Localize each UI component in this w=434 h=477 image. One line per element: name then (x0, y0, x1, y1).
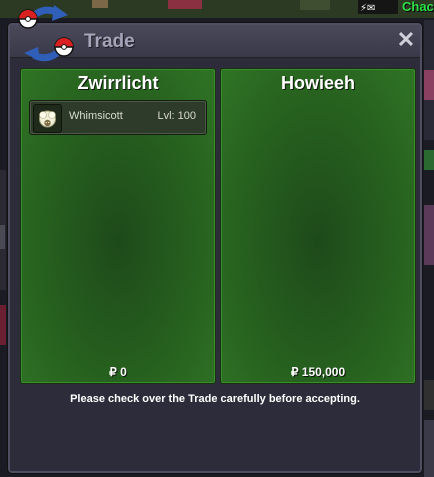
item-name: Whimsicott (69, 110, 123, 122)
right-trader-money: ₽ 150,000 (290, 365, 346, 379)
world-sprite (424, 420, 434, 477)
right-trader-name: Howieeh (280, 73, 355, 93)
world-sprite (300, 0, 330, 10)
window-title: Trade (84, 31, 135, 52)
world-sprite (424, 205, 434, 265)
chat-tab-label[interactable]: Chac (402, 0, 434, 14)
close-button[interactable]: ✕ (396, 29, 416, 51)
world-sprite (0, 225, 5, 249)
left-trader-money: ₽ 0 (109, 365, 127, 379)
world-sprite (424, 150, 434, 170)
world-sprite (424, 70, 434, 100)
trade-swap-icon (18, 5, 74, 62)
svg-text:⚡✉: ⚡✉ (360, 3, 375, 14)
item-level: Lvl: 100 (157, 110, 196, 122)
world-sprite (424, 380, 434, 410)
trade-window: Trade ✕ Zwirrlicht Whimsicott Lvl: 100 ₽… (8, 23, 422, 473)
world-sprite (0, 305, 6, 345)
trade-notice: Please check over the Trade carefully be… (70, 393, 360, 405)
whimsicott-icon (39, 110, 56, 128)
item-slot (33, 104, 62, 133)
trade-item-row[interactable]: Whimsicott Lvl: 100 (29, 100, 207, 135)
left-trade-panel: Zwirrlicht Whimsicott Lvl: 100 ₽ 0 (20, 68, 216, 384)
left-trader-name: Zwirrlicht (77, 73, 159, 93)
chat-tab-icon[interactable]: ⚡✉ (358, 0, 398, 14)
world-sprite (92, 0, 108, 8)
world-sprite (168, 0, 202, 9)
right-trade-panel: Howieeh ₽ 150,000 (220, 68, 416, 384)
